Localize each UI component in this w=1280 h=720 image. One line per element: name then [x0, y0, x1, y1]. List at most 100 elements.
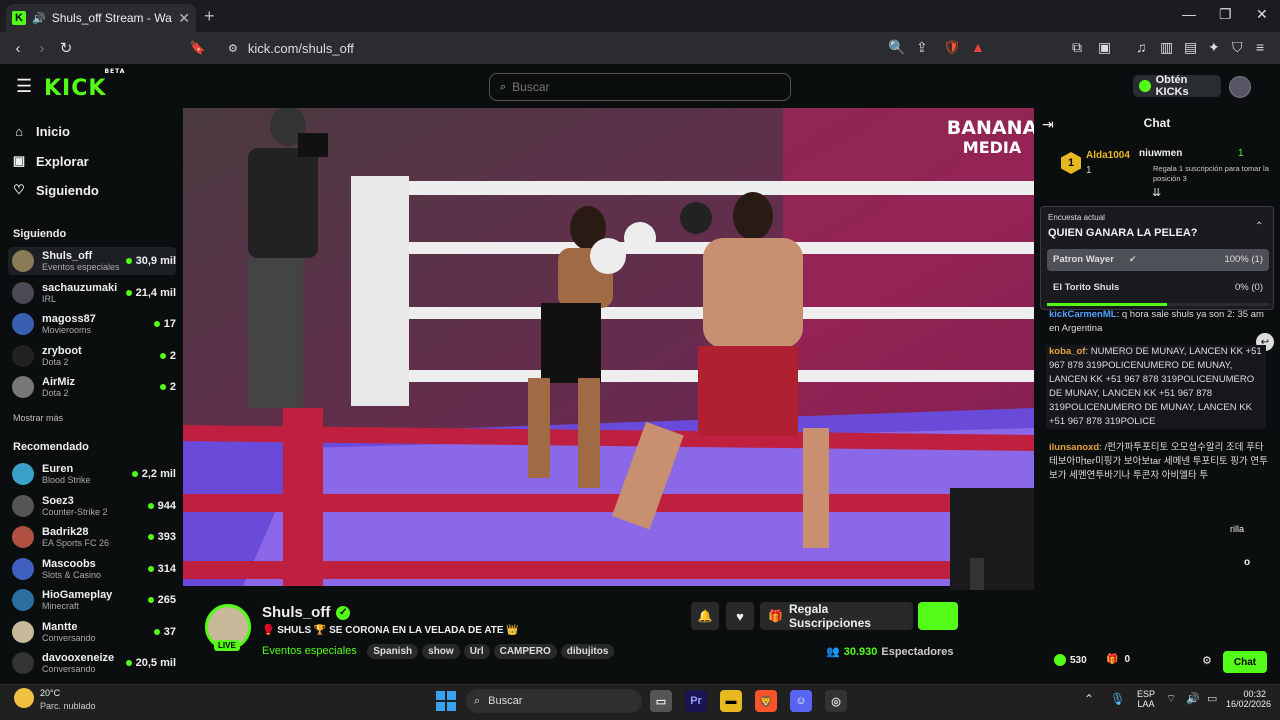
- chat-username[interactable]: ilunsanoxd: [1049, 442, 1099, 453]
- tag-url[interactable]: Url: [463, 644, 490, 659]
- tag-dibujitos[interactable]: dibujitos: [560, 644, 615, 659]
- tag-show[interactable]: show: [422, 644, 460, 659]
- close-tab-icon[interactable]: ✕: [178, 10, 190, 27]
- recommended-channel[interactable]: Euren Blood Strike 2,2 mil: [8, 460, 176, 488]
- channel-category: Counter-Strike 2: [42, 506, 108, 517]
- volume-icon[interactable]: 🔊: [1186, 692, 1200, 705]
- viewer-count-value: 30,9 mil: [135, 255, 176, 267]
- expand-leaderboard-icon[interactable]: ⇊: [1152, 186, 1161, 199]
- show-more-link[interactable]: Mostrar más: [13, 413, 63, 423]
- taskbar-search[interactable]: ⌕ Buscar: [466, 689, 642, 713]
- discord-icon[interactable]: ☺: [790, 690, 812, 712]
- following-channel[interactable]: Shuls_off Eventos especiales 30,9 mil: [8, 247, 176, 275]
- stream-title: 🥊 SHULS 🏆 SE CORONA EN LA VELADA DE ATE …: [262, 625, 519, 636]
- battery-icon[interactable]: ▭: [1207, 692, 1217, 705]
- search-box[interactable]: ⌕: [489, 73, 791, 101]
- task-view-icon[interactable]: ▭: [650, 690, 672, 712]
- chat-settings-icon[interactable]: ⚙: [1202, 654, 1212, 667]
- address-bar[interactable]: ⚙ kick.com/shuls_off: [220, 36, 1000, 60]
- bookmark-icon[interactable]: 🔖: [186, 40, 210, 56]
- vpn-icon[interactable]: ⛉: [1232, 39, 1243, 56]
- new-tab-button[interactable]: +: [204, 6, 215, 27]
- zoom-icon[interactable]: 🔍: [888, 39, 905, 56]
- menu-icon[interactable]: ≡: [1256, 39, 1264, 55]
- search-input[interactable]: [512, 80, 763, 94]
- extensions-icon[interactable]: ⧉: [1072, 39, 1082, 56]
- category-link[interactable]: Eventos especiales: [262, 645, 357, 657]
- brave-browser-icon[interactable]: 🦁: [755, 690, 777, 712]
- following-channel[interactable]: sachauzumaki IRL 21,4 mil: [8, 279, 176, 307]
- leo-ai-icon[interactable]: ✦: [1208, 39, 1220, 56]
- second-name[interactable]: niuwmen: [1139, 148, 1182, 159]
- nav-siguiendo[interactable]: ♡ Siguiendo: [12, 182, 99, 198]
- channel-name[interactable]: Shuls_off: [262, 604, 330, 621]
- reload-icon[interactable]: ↻: [54, 39, 78, 57]
- viewer-count: 30,9 mil: [125, 255, 176, 267]
- windows-start-icon[interactable]: [436, 691, 456, 711]
- following-channel[interactable]: magoss87 Movierooms 17: [8, 310, 176, 338]
- weather-icon[interactable]: [14, 688, 34, 708]
- follow-button[interactable]: ♥: [726, 602, 754, 630]
- subs-value: 0: [1124, 654, 1131, 665]
- forward-icon[interactable]: ›: [30, 40, 54, 57]
- brave-rewards-icon[interactable]: ▲: [971, 39, 985, 55]
- subs-counter[interactable]: 🎁 0: [1106, 654, 1130, 665]
- notification-bell-button[interactable]: 🔔: [691, 602, 719, 630]
- following-channel[interactable]: zryboot Dota 2 2: [8, 342, 176, 370]
- hamburger-menu-icon[interactable]: ☰: [16, 76, 32, 97]
- subscribe-button[interactable]: [918, 602, 958, 630]
- sidebar-toggle-icon[interactable]: ▥: [1160, 39, 1173, 56]
- brave-shields-icon[interactable]: 🛡: [943, 39, 961, 56]
- back-icon[interactable]: ‹: [6, 40, 30, 57]
- recommended-channel[interactable]: Mantte Conversando 37: [8, 618, 176, 646]
- tab-title: Shuls_off Stream - Watch Live: [51, 11, 173, 25]
- following-channel[interactable]: AirMiz Dota 2 2: [8, 373, 176, 401]
- nav-explorar[interactable]: ▣ Explorar: [12, 153, 89, 169]
- recommended-channel[interactable]: HioGameplay Minecraft 265: [8, 586, 176, 614]
- minimize-icon[interactable]: —: [1182, 6, 1196, 22]
- user-avatar[interactable]: [1229, 76, 1251, 98]
- speaker-icon[interactable]: 🔊: [32, 12, 46, 25]
- kick-logo[interactable]: KICKBETA: [44, 68, 127, 101]
- channel-points[interactable]: 530: [1054, 654, 1087, 666]
- recommended-channel[interactable]: davooxeneize Conversando 20,5 mil: [8, 649, 176, 677]
- music-icon[interactable]: ♫: [1136, 39, 1147, 55]
- poll-option-2[interactable]: El Torito Shuls 0% (0): [1047, 277, 1269, 299]
- collapse-poll-icon[interactable]: ⌃: [1255, 221, 1263, 232]
- get-kicks-button[interactable]: Obtén KICKs: [1133, 74, 1221, 98]
- file-explorer-icon[interactable]: ▬: [720, 690, 742, 712]
- poll-option-1[interactable]: Patron Wayer ✔ 100% (1): [1047, 249, 1269, 271]
- browser-tab-bar: K 🔊 Shuls_off Stream - Watch Live ✕ + — …: [0, 0, 1280, 32]
- chat-send-button[interactable]: Chat: [1223, 651, 1267, 673]
- microphone-icon[interactable]: 🎙: [1110, 692, 1125, 706]
- clock[interactable]: 00:32 16/02/2026: [1226, 689, 1271, 709]
- premiere-pro-icon[interactable]: Pr: [685, 690, 707, 712]
- wifi-icon[interactable]: ⌔: [1166, 692, 1176, 706]
- close-window-icon[interactable]: ✕: [1256, 6, 1268, 23]
- input-language[interactable]: ESP LAA: [1137, 689, 1155, 709]
- maximize-icon[interactable]: ❐: [1219, 6, 1232, 23]
- nav-inicio[interactable]: ⌂ Inicio: [12, 124, 70, 139]
- leader-name[interactable]: Alda1004: [1086, 150, 1130, 161]
- gift-subscriptions-button[interactable]: 🎁 Regala Suscripciones: [760, 602, 913, 630]
- site-settings-icon[interactable]: ⚙: [228, 42, 238, 55]
- browser-tab[interactable]: K 🔊 Shuls_off Stream - Watch Live ✕: [6, 4, 196, 32]
- points-value: 530: [1070, 654, 1087, 666]
- tag-spanish[interactable]: Spanish: [367, 644, 419, 659]
- wallet-icon[interactable]: ▣: [1098, 39, 1111, 56]
- live-dot-icon: [153, 321, 160, 327]
- tag-campero[interactable]: CAMPERO: [493, 644, 557, 659]
- obs-icon[interactable]: ◎: [825, 690, 847, 712]
- recommended-channel[interactable]: Mascoobs Slots & Casino 314: [8, 555, 176, 583]
- video-player[interactable]: BANANA MEDIA: [183, 108, 1034, 586]
- recommended-channel[interactable]: Soez3 Counter-Strike 2 944: [8, 492, 176, 520]
- chat-username[interactable]: koba_of: [1049, 346, 1085, 357]
- chat-username[interactable]: kickCarmenML: [1049, 309, 1117, 320]
- weather-temp[interactable]: 20°C: [40, 688, 60, 698]
- boxing-ring-video-frame: BANANA MEDIA: [183, 108, 1034, 586]
- tray-overflow-icon[interactable]: ⌃: [1084, 692, 1094, 706]
- recommended-channel[interactable]: Badrik28 EA Sports FC 26 393: [8, 523, 176, 551]
- chat-panel: ⇥ Chat 1 Alda1004 1 niuwmen 1 Regala 1 s…: [1034, 108, 1280, 684]
- share-icon[interactable]: ⇪: [916, 39, 928, 56]
- wallet-card-icon[interactable]: ▤: [1184, 39, 1197, 56]
